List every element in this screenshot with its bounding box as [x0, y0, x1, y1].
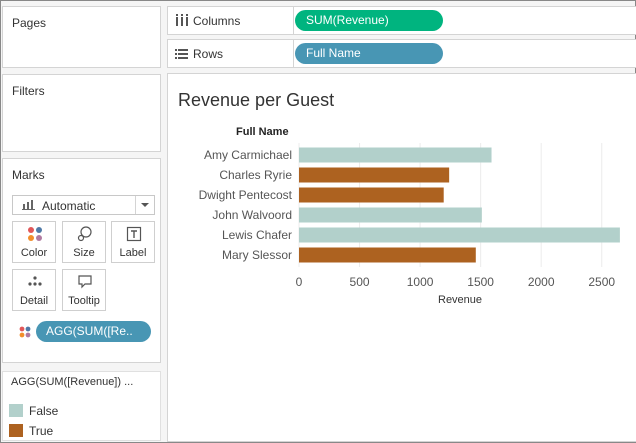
bar	[299, 147, 492, 163]
label-button-label: Label	[119, 247, 147, 259]
columns-pill[interactable]: SUM(Revenue)	[295, 10, 443, 31]
marks-card-title: Marks	[12, 168, 45, 182]
app-window: Pages Filters Marks Automatic Color Size…	[0, 0, 636, 443]
size-icon	[77, 226, 92, 242]
shelf-divider	[293, 40, 294, 67]
rows-icon	[175, 49, 188, 59]
legend-title[interactable]: AGG(SUM([Revenue]) ...	[11, 376, 133, 388]
mark-type-dropdown[interactable]: Automatic	[12, 195, 155, 215]
color-button[interactable]: Color	[12, 221, 56, 263]
category-label: Amy Carmichael	[204, 148, 292, 162]
bar	[299, 187, 444, 203]
rows-pill[interactable]: Full Name	[295, 43, 443, 64]
mark-type-value: Automatic	[42, 199, 96, 213]
columns-shelf[interactable]: Columns SUM(Revenue)	[167, 6, 636, 35]
x-tick-label: 2000	[528, 275, 555, 289]
rows-shelf-label: Rows	[193, 47, 224, 61]
bar	[299, 247, 476, 263]
legend-swatch-false	[9, 404, 23, 417]
color-field-pill[interactable]: AGG(SUM([Re..	[36, 321, 151, 342]
detail-button[interactable]: Detail	[12, 269, 56, 311]
pages-card-title: Pages	[12, 16, 47, 30]
legend-swatch-true	[9, 424, 23, 437]
category-label: Lewis Chafer	[222, 228, 292, 242]
bar	[299, 167, 450, 183]
bar	[299, 207, 482, 223]
x-tick-label: 2500	[588, 275, 615, 289]
legend-item-true[interactable]: True	[9, 424, 149, 438]
bar	[299, 227, 620, 243]
bar-chart: Amy Carmichael Charles Ryrie Dwight Pentec…	[199, 143, 620, 289]
category-label: Mary Slessor	[222, 248, 292, 262]
category-label: Charles Ryrie	[219, 168, 292, 182]
chevron-down-icon[interactable]	[135, 196, 154, 214]
columns-icon	[176, 14, 188, 26]
color-legend: AGG(SUM([Revenue]) ... False True	[2, 371, 161, 441]
detail-button-label: Detail	[19, 295, 49, 307]
marks-card: Marks Automatic Color Size Label Detail …	[2, 158, 161, 363]
category-label: John Walvoord	[212, 208, 292, 222]
columns-shelf-label: Columns	[193, 14, 241, 28]
x-tick-label: 0	[296, 275, 303, 289]
viz-area: Revenue per Guest Full Name Amy Carmicha…	[167, 73, 636, 442]
color-icon	[28, 227, 42, 241]
tooltip-button[interactable]: Tooltip	[62, 269, 106, 311]
bar-chart-icon	[22, 200, 35, 210]
filters-card-title: Filters	[12, 84, 45, 98]
size-button-label: Size	[73, 247, 95, 259]
color-button-label: Color	[20, 247, 48, 259]
tooltip-icon	[78, 275, 92, 289]
legend-item-false[interactable]: False	[9, 404, 149, 418]
filters-card[interactable]: Filters	[2, 74, 161, 152]
legend-label-false: False	[29, 404, 59, 418]
label-icon	[126, 226, 142, 242]
rows-shelf[interactable]: Rows Full Name	[167, 39, 636, 68]
x-tick-label: 1500	[467, 275, 494, 289]
x-tick-label: 500	[350, 275, 370, 289]
category-label: Dwight Pentecost	[199, 188, 293, 202]
color-encoding-icon	[19, 326, 31, 338]
detail-icon	[28, 276, 42, 286]
shelf-divider	[293, 7, 294, 34]
size-button[interactable]: Size	[62, 221, 106, 263]
label-button[interactable]: Label	[111, 221, 155, 263]
legend-label-true: True	[29, 424, 54, 438]
x-tick-label: 1000	[407, 275, 434, 289]
x-axis-title: Revenue	[438, 294, 483, 306]
tooltip-button-label: Tooltip	[68, 295, 100, 307]
pages-card[interactable]: Pages	[2, 6, 161, 68]
